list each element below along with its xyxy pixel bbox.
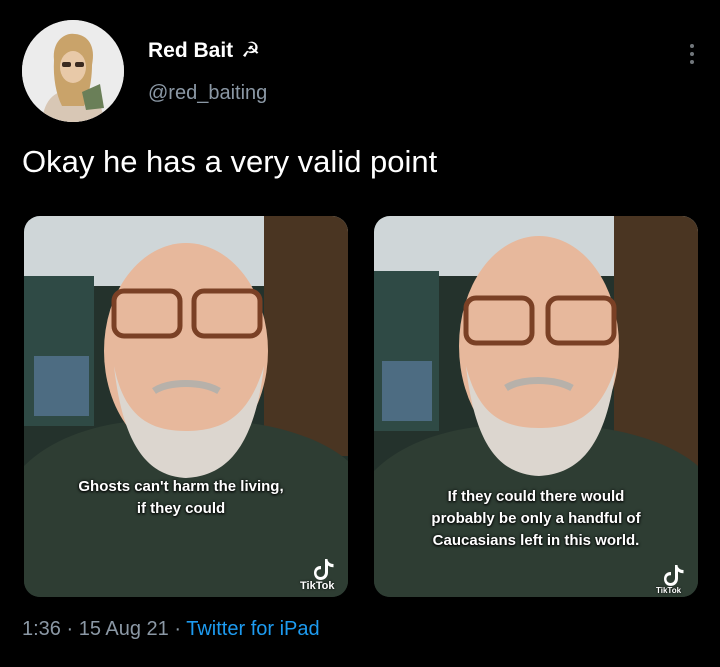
video-frame-2[interactable]: If they could there would probably be on… [374,216,698,597]
tweet-date[interactable]: 15 Aug 21 [79,618,169,640]
tiktok-logo-icon [314,559,334,580]
meta-separator: · [168,618,187,640]
video-still-1 [24,216,348,597]
tiktok-watermark: TikTok [300,580,335,592]
avatar[interactable] [22,20,124,122]
tweet-media[interactable]: Ghosts can't harm the living, if they co… [24,216,698,597]
more-options-icon[interactable] [682,40,702,70]
tiktok-watermark: TikTok [656,586,682,595]
tweet-time[interactable]: 1:36 [22,618,61,640]
tweet-meta: 1:36 · 15 Aug 21 · Twitter for iPad [22,618,320,641]
tiktok-logo-icon [664,565,684,586]
hammer-sickle-icon: ☭ [241,39,261,62]
video-caption-2: If they could there would probably be on… [431,488,641,549]
user-handle[interactable]: @red_baiting [148,82,267,105]
display-name[interactable]: Red Bait [148,39,233,63]
tweet-text: Okay he has a very valid point [22,144,438,179]
video-caption-1: Ghosts can't harm the living, if they co… [78,478,284,517]
tweet-source-link[interactable]: Twitter for iPad [186,618,319,640]
meta-separator: · [60,618,79,640]
video-frame-1[interactable]: Ghosts can't harm the living, if they co… [24,216,348,597]
tweet-header: Red Bait ☭ @red_baiting [22,20,702,124]
name-row: Red Bait ☭ [148,38,260,63]
